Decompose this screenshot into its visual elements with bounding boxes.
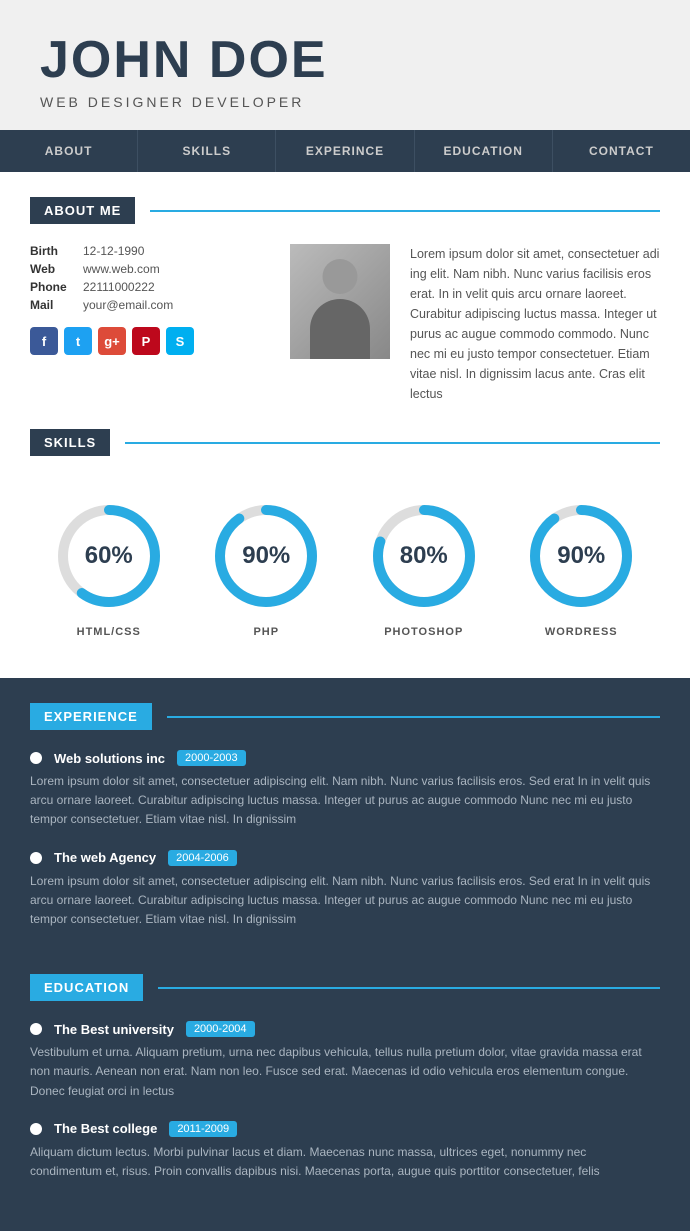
experience-item: The web Agency 2004-2006 Lorem ipsum dol… <box>30 850 660 930</box>
about-content: Birth 12-12-1990 Web www.web.com Phone 2… <box>0 244 690 404</box>
experience-label: EXPERIENCE <box>30 703 152 730</box>
about-label: ABOUT ME <box>30 197 135 224</box>
exp-years: 2000-2003 <box>177 750 246 766</box>
nav-contact[interactable]: CONTACT <box>553 130 690 172</box>
mail-label: Mail <box>30 298 75 312</box>
phone-value: 22111000222 <box>83 280 155 294</box>
phone-label: Phone <box>30 280 75 294</box>
donut-chart: 80% <box>364 496 484 616</box>
exp-title-row: Web solutions inc 2000-2003 <box>30 750 660 766</box>
donut-chart: 60% <box>49 496 169 616</box>
mail-value: your@email.com <box>83 298 173 312</box>
skill-item: 90% PHP <box>206 496 326 638</box>
birth-row: Birth 12-12-1990 <box>30 244 270 258</box>
phone-row: Phone 22111000222 <box>30 280 270 294</box>
skill-item: 60% HTML/CSS <box>49 496 169 638</box>
edu-title-row: The Best college 2011-2009 <box>30 1121 660 1137</box>
skill-name: WORDRESS <box>545 626 618 638</box>
education-items: The Best university 2000-2004 Vestibulum… <box>30 1021 660 1181</box>
exp-dot <box>30 852 42 864</box>
edu-description: Aliquam dictum lectus. Morbi pulvinar la… <box>30 1143 660 1181</box>
skill-name: PHP <box>253 626 279 638</box>
skill-item: 90% WORDRESS <box>521 496 641 638</box>
nav-skills[interactable]: SKILLS <box>138 130 276 172</box>
pinterest-icon[interactable]: P <box>132 327 160 355</box>
exp-years: 2004-2006 <box>168 850 237 866</box>
nav-experience[interactable]: EXPERINCE <box>276 130 414 172</box>
education-line <box>158 987 660 989</box>
donut-chart: 90% <box>521 496 641 616</box>
edu-school: The Best college <box>54 1121 157 1136</box>
skill-percent: 80% <box>400 542 448 570</box>
facebook-icon[interactable]: f <box>30 327 58 355</box>
experience-header: EXPERIENCE <box>30 678 660 730</box>
skill-percent: 90% <box>557 542 605 570</box>
skills-label: SKILLS <box>30 429 110 456</box>
skills-header-line <box>125 442 660 444</box>
about-left: Birth 12-12-1990 Web www.web.com Phone 2… <box>30 244 270 404</box>
dark-section: EXPERIENCE Web solutions inc 2000-2003 L… <box>0 678 690 1231</box>
skill-name: HTML/CSS <box>77 626 141 638</box>
about-info: Birth 12-12-1990 Web www.web.com Phone 2… <box>30 244 270 312</box>
header: JOHN DOE WEB DESIGNER DEVELOPER <box>0 0 690 130</box>
skype-icon[interactable]: S <box>166 327 194 355</box>
education-item: The Best university 2000-2004 Vestibulum… <box>30 1021 660 1101</box>
exp-title-row: The web Agency 2004-2006 <box>30 850 660 866</box>
edu-years: 2011-2009 <box>169 1121 237 1137</box>
social-icons: f t g+ P S <box>30 327 270 355</box>
donut-chart: 90% <box>206 496 326 616</box>
education-item: The Best college 2011-2009 Aliquam dictu… <box>30 1121 660 1181</box>
exp-description: Lorem ipsum dolor sit amet, consectetuer… <box>30 872 660 930</box>
about-bio: Lorem ipsum dolor sit amet, consectetuer… <box>410 244 660 404</box>
birth-label: Birth <box>30 244 75 258</box>
person-title: WEB DESIGNER DEVELOPER <box>40 94 650 110</box>
web-row: Web www.web.com <box>30 262 270 276</box>
exp-dot <box>30 752 42 764</box>
mail-row: Mail your@email.com <box>30 298 270 312</box>
nav-education[interactable]: EDUCATION <box>415 130 553 172</box>
navigation: ABOUT SKILLS EXPERINCE EDUCATION CONTACT <box>0 130 690 172</box>
googleplus-icon[interactable]: g+ <box>98 327 126 355</box>
skill-percent: 60% <box>85 542 133 570</box>
web-value: www.web.com <box>83 262 160 276</box>
exp-company: Web solutions inc <box>54 751 165 766</box>
skills-content: 60% HTML/CSS 90% PHP 80% PHOTOSHOP <box>0 476 690 648</box>
skill-item: 80% PHOTOSHOP <box>364 496 484 638</box>
about-header-line <box>150 210 660 212</box>
twitter-icon[interactable]: t <box>64 327 92 355</box>
about-section-header: ABOUT ME <box>30 172 660 224</box>
skill-percent: 90% <box>242 542 290 570</box>
web-label: Web <box>30 262 75 276</box>
experience-items: Web solutions inc 2000-2003 Lorem ipsum … <box>30 750 660 929</box>
experience-item: Web solutions inc 2000-2003 Lorem ipsum … <box>30 750 660 830</box>
education-label: EDUCATION <box>30 974 143 1001</box>
edu-description: Vestibulum et urna. Aliquam pretium, urn… <box>30 1043 660 1101</box>
edu-dot <box>30 1023 42 1035</box>
nav-about[interactable]: ABOUT <box>0 130 138 172</box>
birth-value: 12-12-1990 <box>83 244 144 258</box>
education-header: EDUCATION <box>30 949 660 1001</box>
exp-description: Lorem ipsum dolor sit amet, consectetuer… <box>30 772 660 830</box>
skills-section-header: SKILLS <box>30 404 660 456</box>
person-name: JOHN DOE <box>40 30 650 90</box>
experience-line <box>167 716 660 718</box>
skill-name: PHOTOSHOP <box>384 626 463 638</box>
profile-photo <box>290 244 390 359</box>
exp-company: The web Agency <box>54 850 156 865</box>
edu-dot <box>30 1123 42 1135</box>
white-section: ABOUT ME Birth 12-12-1990 Web www.web.co… <box>0 172 690 678</box>
